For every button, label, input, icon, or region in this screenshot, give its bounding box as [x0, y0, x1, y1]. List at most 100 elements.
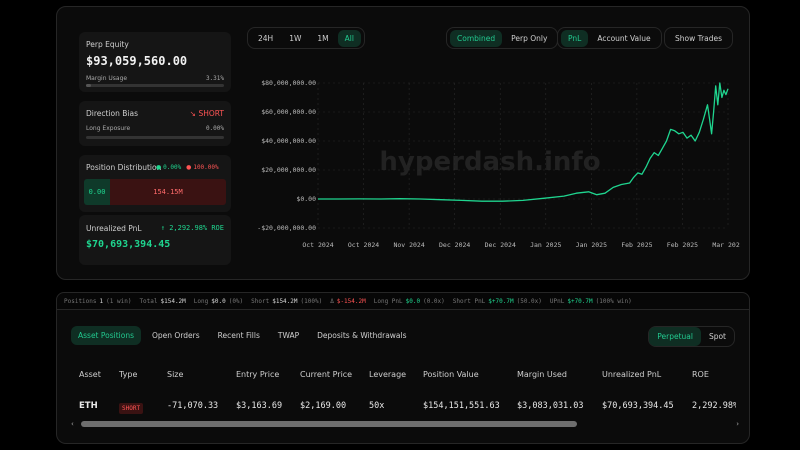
x-tick-label: Feb 2025: [667, 241, 698, 249]
upnl-value: $+70.7M: [567, 297, 593, 305]
x-tick-label: Jan 2025: [530, 241, 561, 249]
long-pct: 0.00%: [163, 164, 182, 171]
position-tabs: Asset Positions Open Orders Recent Fills…: [71, 326, 414, 345]
y-tick-label: $40,000,000.00: [261, 137, 316, 145]
unrealized-pnl-label: Unrealized PnL: [86, 224, 142, 233]
long-pct: (0%): [228, 297, 244, 305]
perp-equity-card: Perp Equity $93,059,560.00 Margin Usage …: [79, 32, 231, 92]
horizontal-scrollbar[interactable]: ‹ ›: [71, 420, 739, 428]
upnl-label: UPnL: [549, 297, 565, 305]
tab-asset-positions[interactable]: Asset Positions: [71, 326, 141, 345]
position-distribution-label: Position Distribution: [86, 163, 162, 172]
positions-detail: (1 win): [106, 297, 132, 305]
col-header-position-value[interactable]: Position Value: [423, 370, 479, 379]
long-label: Long: [193, 297, 209, 305]
x-tick-label: Dec 2024: [485, 241, 516, 249]
long-exposure-value: 0.00%: [205, 125, 224, 132]
direction-bias-text: SHORT: [198, 109, 224, 118]
cell-unrealized-pnl: $70,693,394.45: [602, 401, 674, 411]
margin-usage-fill: [86, 84, 91, 87]
cell-roe: 2,292.98%: [692, 401, 736, 411]
col-header-entry-price[interactable]: Entry Price: [236, 370, 279, 379]
total-value: $154.2M: [160, 297, 186, 305]
y-tick-label: -$20,000,000.00: [257, 224, 316, 232]
chevron-right-icon[interactable]: ›: [736, 420, 739, 428]
col-header-roe[interactable]: ROE: [692, 370, 709, 379]
short-pnl-pct: (50.0x): [516, 297, 542, 305]
x-tick-label: Oct 2024: [302, 241, 333, 249]
unrealized-pnl-card: Unrealized PnL ↑ 2,292.98% ROE $70,693,3…: [79, 215, 231, 265]
range-tab-all[interactable]: All: [337, 29, 361, 47]
range-tab-1m[interactable]: 1M: [310, 30, 335, 47]
margin-usage-value: 3.31%: [205, 75, 224, 82]
long-exposure-bar: [86, 136, 224, 139]
short-amount: 154.15M: [110, 179, 226, 205]
short-pct: 100.00%: [193, 164, 219, 171]
position-distribution-card: Position Distribution ● 0.00% ● 100.00% …: [79, 155, 231, 212]
direction-bias-label: Direction Bias: [86, 109, 138, 118]
x-tick-label: Feb 2025: [621, 241, 652, 249]
direction-bias-value: ↘ SHORT: [190, 109, 224, 118]
show-trades-group: Show Trades: [664, 27, 734, 49]
col-header-size[interactable]: Size: [167, 370, 183, 379]
delta-value: $-154.2M: [336, 297, 366, 305]
positions-label: Positions: [64, 297, 97, 305]
short-value: $154.2M: [272, 297, 298, 305]
tab-open-orders[interactable]: Open Orders: [145, 326, 207, 345]
tab-deposits-withdrawals[interactable]: Deposits & Withdrawals: [310, 326, 413, 345]
col-header-type[interactable]: Type: [119, 370, 137, 379]
distribution-bar: 0.00 154.15M: [84, 179, 226, 205]
trending-down-icon: ↘: [189, 109, 197, 118]
cell-size: -71,070.33: [167, 401, 219, 411]
show-trades-button[interactable]: Show Trades: [668, 30, 729, 47]
scrollbar-thumb[interactable]: [81, 421, 577, 427]
positions-count: 1: [99, 297, 104, 305]
long-pnl-value: $0.0: [405, 297, 421, 305]
tab-twap[interactable]: TWAP: [271, 326, 306, 345]
metric-tab-account-value[interactable]: Account Value: [590, 30, 657, 47]
long-value: $0.0: [211, 297, 226, 305]
direction-bias-card: Direction Bias ↘ SHORT Long Exposure 0.0…: [79, 101, 231, 146]
cell-entry-price: $3,163.69: [236, 401, 283, 411]
short-pnl-label: Short PnL: [452, 297, 486, 305]
short-label: Short: [251, 297, 270, 305]
col-header-asset[interactable]: Asset: [79, 370, 101, 379]
x-tick-label: Mar 2025: [712, 241, 740, 249]
watermark: hyperdash.info: [379, 147, 600, 177]
y-tick-label: $20,000,000.00: [261, 166, 316, 174]
short-pct: (100%): [300, 297, 323, 305]
scope-tab-perp-only[interactable]: Perp Only: [504, 30, 554, 47]
total-label: Total: [139, 297, 158, 305]
perp-equity-value: $93,059,560.00: [86, 54, 188, 68]
tab-spot[interactable]: Spot: [701, 327, 734, 346]
col-header-leverage[interactable]: Leverage: [369, 370, 406, 379]
roe-value: ↑ 2,292.98% ROE: [161, 224, 224, 232]
range-tab-24h[interactable]: 24H: [251, 30, 280, 47]
cell-asset[interactable]: ETH: [79, 401, 98, 411]
tab-recent-fills[interactable]: Recent Fills: [211, 326, 267, 345]
positions-summary-bar: Positions 1 (1 win) Total $154.2M Long $…: [56, 292, 750, 310]
range-tabs: 24H 1W 1M All: [247, 27, 365, 49]
y-tick-label: $80,000,000.00: [261, 79, 316, 87]
x-tick-label: Dec 2024: [439, 241, 470, 249]
col-header-unrealized-pnl[interactable]: Unrealized PnL: [602, 370, 661, 379]
scope-tab-combined[interactable]: Combined: [450, 29, 503, 47]
short-pnl-value: $+70.7M: [488, 297, 514, 305]
metric-tabs: PnL Account Value: [557, 27, 662, 49]
market-tabs: Perpetual Spot: [648, 326, 735, 347]
x-tick-label: Jan 2025: [576, 241, 607, 249]
unrealized-pnl-value: $70,693,394.45: [86, 239, 171, 250]
range-tab-1w[interactable]: 1W: [282, 30, 308, 47]
positions-panel: Asset Positions Open Orders Recent Fills…: [56, 310, 750, 444]
col-header-current-price[interactable]: Current Price: [300, 370, 352, 379]
cell-leverage: 50x: [369, 401, 385, 411]
margin-usage-bar: [86, 84, 224, 87]
tab-perpetual[interactable]: Perpetual: [649, 327, 701, 346]
margin-usage-label: Margin Usage: [86, 75, 128, 82]
cell-position-value: $154,151,551.63: [423, 401, 500, 411]
long-amount: 0.00: [84, 179, 110, 205]
chevron-left-icon[interactable]: ‹: [71, 420, 74, 428]
col-header-margin-used[interactable]: Margin Used: [517, 370, 567, 379]
metric-tab-pnl[interactable]: PnL: [561, 29, 589, 47]
upnl-pct: (100% win): [595, 297, 632, 305]
